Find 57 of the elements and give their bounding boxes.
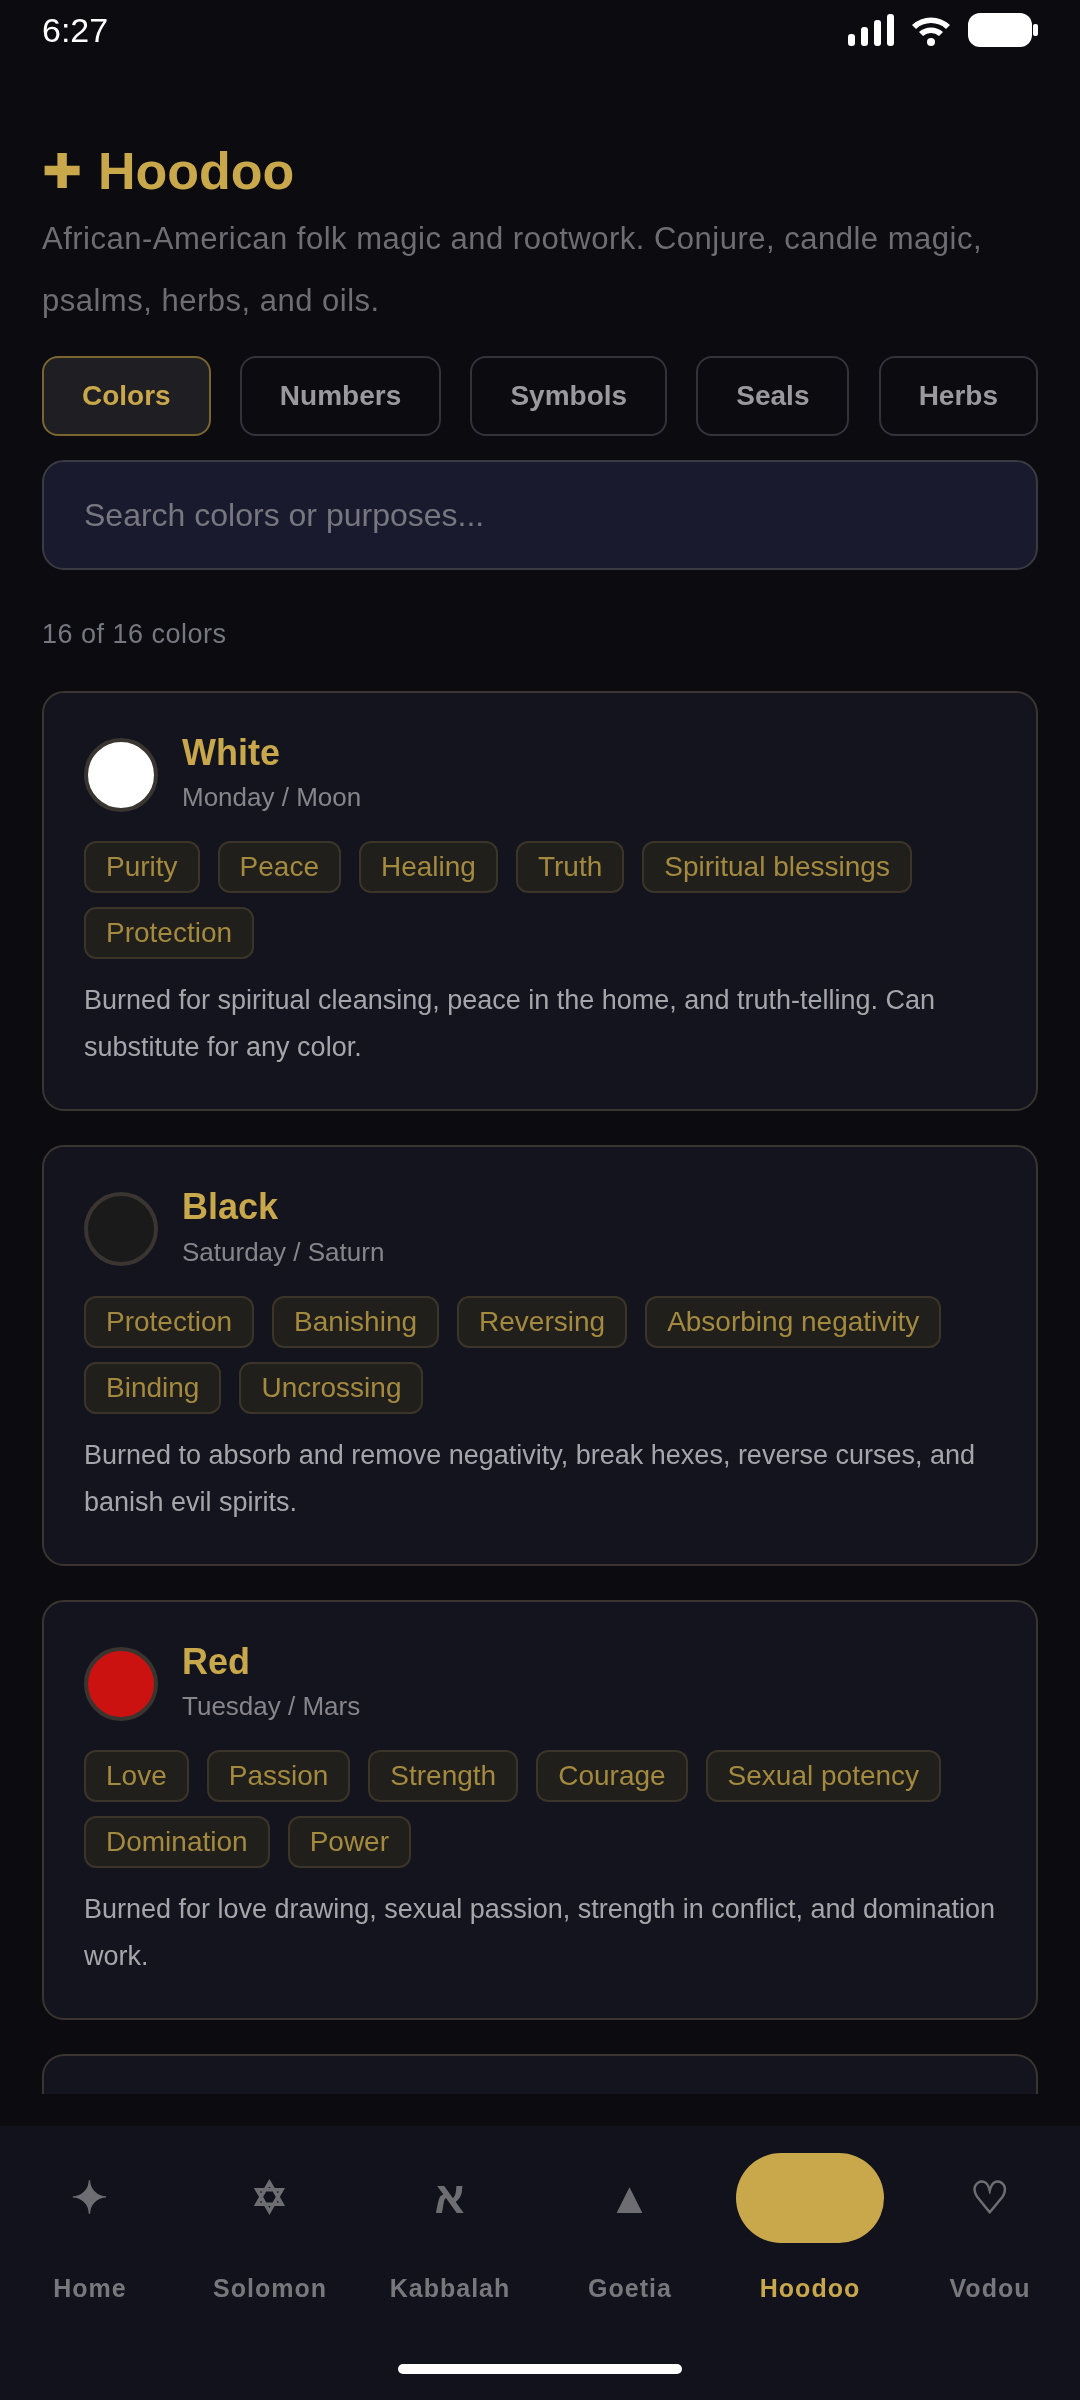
purpose-tag: Peace: [217, 841, 341, 894]
nav-item[interactable]: ✦ Home: [0, 2150, 180, 2400]
nav-label: Vodou: [949, 2273, 1031, 2304]
nav-item[interactable]: ✡ Solomon: [180, 2150, 360, 2400]
purpose-tag: Courage: [536, 1750, 688, 1803]
nav-label: Hoodoo: [759, 2273, 861, 2304]
signal-icon: [848, 14, 894, 46]
day-planet: Monday / Moon: [182, 781, 362, 815]
tab[interactable]: Symbols: [470, 356, 668, 436]
purpose-tag: Reversing: [457, 1295, 628, 1348]
nav-item[interactable]: ▲ Goetia: [540, 2150, 720, 2400]
purpose-tag: Binding: [84, 1361, 222, 1414]
nav-icon: א: [434, 2163, 466, 2233]
color-name: White: [182, 732, 281, 773]
nav-icon: ▲: [607, 2163, 653, 2233]
nav-label: Goetia: [588, 2273, 672, 2304]
purpose-tag: Purity: [84, 841, 200, 894]
purpose-tag: Banishing: [272, 1295, 440, 1348]
purpose-tag: Passion: [206, 1750, 351, 1803]
purpose-tag: Sexual potency: [705, 1750, 942, 1803]
purpose-tag: Protection: [84, 1295, 255, 1348]
purpose-tag: Absorbing negativity: [645, 1295, 942, 1348]
color-description: Burned for spiritual cleansing, peace in the home, and truth-telling. Can substitute for any color.: [84, 984, 936, 1065]
tab[interactable]: Herbs: [878, 356, 1038, 436]
purpose-tag: Love: [84, 1750, 189, 1803]
purpose-tag: Strength: [368, 1750, 519, 1803]
color-name: Red: [182, 1641, 251, 1682]
nav-icon: ✦: [71, 2163, 109, 2233]
page-subtitle: African-American folk magic and rootwork. Conjure, candle magic, psalms, herbs, and oils.: [42, 220, 983, 320]
search-field[interactable]: Search colors or purposes...: [42, 460, 1038, 570]
nav-item[interactable]: Hoodoo: [720, 2150, 900, 2400]
cross-icon: ✚: [42, 136, 82, 208]
purpose-tag: Spiritual blessings: [642, 841, 912, 894]
page-title: Hoodoo: [98, 143, 295, 201]
nav-label: Home: [53, 2273, 127, 2304]
purpose-tag: Healing: [359, 841, 498, 894]
purpose-tag: Truth: [515, 841, 625, 894]
tab[interactable]: Seals: [696, 356, 850, 436]
result-count: 16 of 16 colors: [42, 618, 228, 651]
battery-icon: [968, 13, 1038, 47]
purpose-tag: Domination: [84, 1816, 270, 1869]
status-time: 6:27: [42, 9, 109, 51]
purpose-tag: Uncrossing: [239, 1361, 424, 1414]
tab[interactable]: Numbers: [239, 356, 442, 436]
purpose-tag: Power: [287, 1816, 411, 1869]
tab[interactable]: Colors: [42, 356, 211, 436]
nav-icon: ♡: [970, 2163, 1010, 2233]
day-planet: Saturday / Saturn: [182, 1235, 385, 1269]
color-name: Black: [182, 1187, 280, 1227]
nav-label: Solomon: [213, 2273, 327, 2304]
nav-item[interactable]: ♡ Vodou: [900, 2150, 1080, 2400]
color-description: Burned to absorb and remove negativity, break hexes, reverse curses, and banish evil spirits.: [84, 1438, 976, 1519]
nav-label: Kabbalah: [389, 2273, 511, 2304]
nav-icon: ✡: [251, 2163, 289, 2233]
color-description: Burned for love drawing, sexual passion, strength in conflict, and domination work.: [84, 1893, 996, 1974]
purpose-tag: Protection: [84, 907, 255, 960]
day-planet: Tuesday / Mars: [182, 1690, 361, 1724]
